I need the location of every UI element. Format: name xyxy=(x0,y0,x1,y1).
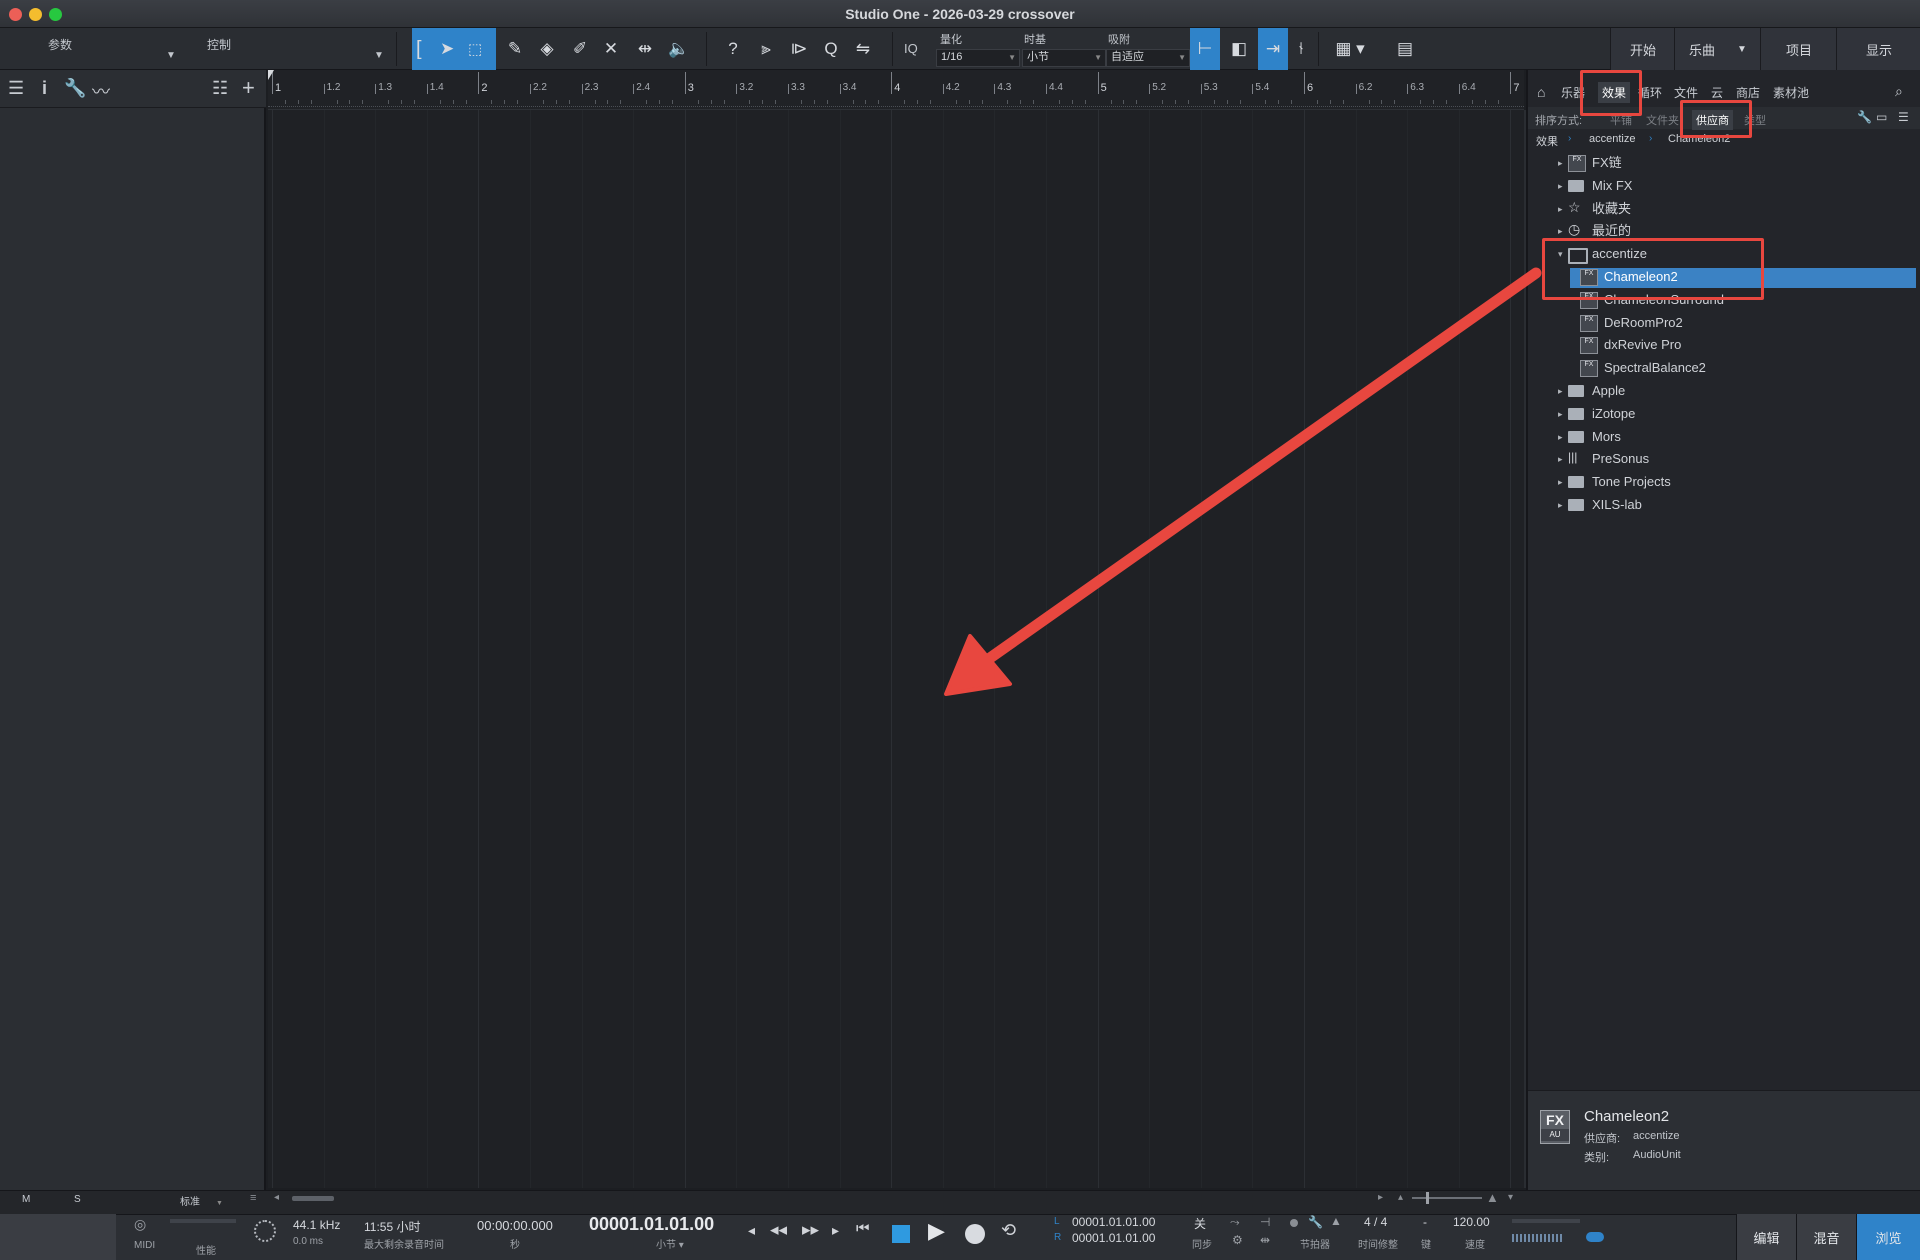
plugin-vendor: accentize xyxy=(1633,1130,1680,1142)
loop-right-label: R xyxy=(1054,1232,1062,1243)
scroll-right-icon[interactable]: ▸ xyxy=(1378,1192,1383,1203)
zoom-slider[interactable] xyxy=(1412,1197,1482,1199)
output-meter-top xyxy=(1512,1219,1580,1223)
time-bars[interactable]: 00001.01.01.00 xyxy=(589,1214,714,1235)
metronome-dot-icon[interactable] xyxy=(1290,1219,1298,1227)
performance-icon[interactable] xyxy=(254,1220,276,1242)
footer-menu-icon[interactable]: ≡ xyxy=(250,1192,256,1204)
preroll-icon[interactable]: ⇹ xyxy=(1260,1233,1270,1247)
stop-button[interactable] xyxy=(892,1225,910,1243)
loop-left-value[interactable]: 00001.01.01.00 xyxy=(1072,1215,1155,1229)
return-to-zero-icon[interactable]: ◂ xyxy=(748,1222,755,1239)
plugin-category-label: 类别: xyxy=(1584,1152,1610,1164)
latency: 0.0 ms xyxy=(293,1236,324,1247)
zoom-in-icon[interactable]: ▲ xyxy=(1486,1190,1499,1205)
browse-button[interactable]: 浏览 xyxy=(1856,1214,1920,1260)
rewind-icon[interactable]: ◂◂ xyxy=(770,1220,787,1240)
play-button[interactable]: ▶ xyxy=(928,1218,945,1244)
loop-left-label: L xyxy=(1054,1216,1060,1227)
record-time: 11:55 小时 xyxy=(364,1220,421,1234)
fast-forward-icon[interactable]: ▸▸ xyxy=(802,1220,819,1240)
sync-value[interactable]: 关 xyxy=(1194,1215,1206,1232)
time-seconds[interactable]: 00:00:00.000 xyxy=(477,1218,553,1233)
horizontal-scrollbar[interactable] xyxy=(292,1196,334,1201)
forward-icon[interactable]: ▸ xyxy=(832,1222,839,1239)
tempo-label: 速度 xyxy=(1465,1240,1485,1251)
loop-icon[interactable]: ⟲ xyxy=(1001,1220,1016,1241)
plugin-category: AudioUnit xyxy=(1633,1149,1681,1161)
tempo-value[interactable]: 120.00 xyxy=(1453,1215,1490,1229)
key-label: 键 xyxy=(1421,1240,1431,1251)
loop-right-value[interactable]: 00001.01.01.00 xyxy=(1072,1231,1155,1245)
midi-meter xyxy=(170,1219,236,1223)
annotation-arrow xyxy=(944,267,1542,696)
edit-button[interactable]: 编辑 xyxy=(1736,1214,1796,1260)
sync-label: 同步 xyxy=(1192,1240,1212,1251)
plugin-name: Chameleon2 xyxy=(1584,1108,1670,1125)
scroll-down-icon[interactable]: ▾ xyxy=(1508,1192,1513,1203)
time-signature[interactable]: 4 / 4 xyxy=(1364,1215,1387,1229)
plugin-vendor-label: 供应商: xyxy=(1584,1133,1621,1145)
time-bars-label[interactable]: 小节 ▾ xyxy=(656,1236,684,1251)
skip-back-icon[interactable]: ⏮ xyxy=(856,1220,870,1237)
chevron-down-icon[interactable]: ▼ xyxy=(216,1200,223,1207)
metronome-icon[interactable]: ▲ xyxy=(1330,1214,1342,1228)
transport-bar xyxy=(0,1214,1920,1260)
key-value[interactable]: - xyxy=(1423,1215,1427,1229)
time-signature-label: 时间修整 xyxy=(1358,1240,1398,1251)
midi-monitor-icon: ◎ xyxy=(134,1216,147,1232)
scroll-left-icon[interactable]: ◂ xyxy=(274,1192,279,1203)
zoom-out-icon[interactable]: ▴ xyxy=(1398,1192,1403,1203)
output-toggle[interactable] xyxy=(1586,1232,1604,1242)
precount-icon[interactable]: ⊣ xyxy=(1260,1215,1270,1229)
output-meter xyxy=(1512,1234,1562,1242)
midi-label: MIDI xyxy=(134,1240,156,1251)
sample-rate: 44.1 kHz xyxy=(293,1218,341,1232)
record-button[interactable] xyxy=(965,1224,985,1244)
metronome-settings-icon[interactable]: 🔧 xyxy=(1308,1215,1323,1229)
time-seconds-label: 秒 xyxy=(510,1240,520,1251)
metronome-label: 节拍器 xyxy=(1300,1240,1330,1251)
settings-gear-icon[interactable]: ⚙ xyxy=(1232,1233,1243,1247)
solo-all-button[interactable]: S xyxy=(74,1194,81,1205)
record-time-label: 最大剩余录音时间 xyxy=(364,1240,444,1251)
mix-button[interactable]: 混音 xyxy=(1796,1214,1856,1260)
arrange-footer xyxy=(0,1190,1920,1214)
transport-left-pad xyxy=(0,1214,116,1260)
punch-in-icon[interactable]: ⤳ xyxy=(1230,1215,1240,1230)
fx-plugin-icon: FX AU xyxy=(1540,1110,1570,1144)
view-mode-select[interactable]: 标准 ▼ xyxy=(180,1193,223,1208)
zoom-slider-handle[interactable] xyxy=(1426,1192,1429,1204)
mute-all-button[interactable]: M xyxy=(22,1194,30,1205)
performance-label[interactable]: 性能 xyxy=(196,1242,216,1257)
